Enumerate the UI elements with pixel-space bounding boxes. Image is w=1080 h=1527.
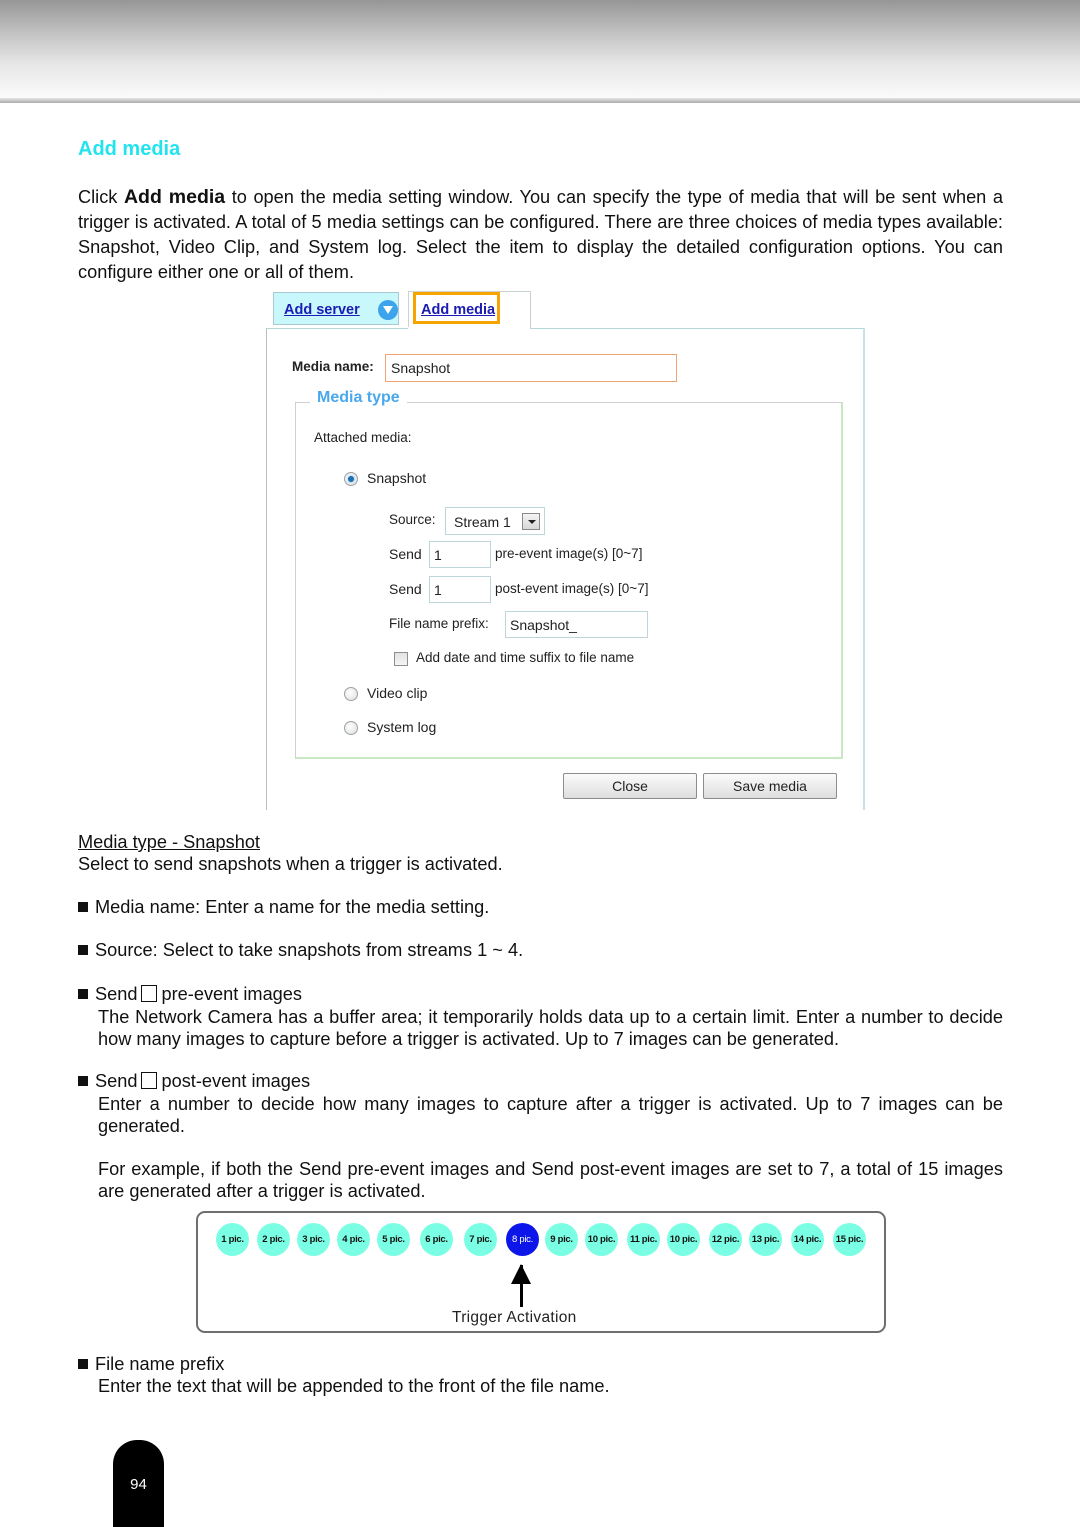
- bullet-media-name-text: Media name: Enter a name for the media s…: [95, 897, 490, 917]
- bullet-post-rest: post-event images: [161, 1071, 311, 1091]
- file-prefix-description: Enter the text that will be appended to …: [98, 1376, 610, 1396]
- timeline-pic: 3 pic.: [297, 1223, 330, 1256]
- blank-box-icon: [141, 1072, 158, 1089]
- timeline-pic: 13 pic.: [749, 1223, 782, 1256]
- post-event-input[interactable]: 1: [429, 576, 491, 603]
- bullet-file-prefix: File name prefix: [78, 1354, 224, 1375]
- bullet-pre-rest: pre-event images: [161, 984, 303, 1004]
- radio-system-log-label: System log: [367, 719, 437, 735]
- page-number-tab: 94: [113, 1440, 164, 1527]
- media-type-heading: Media type - Snapshot: [78, 832, 260, 852]
- media-type-legend: Media type: [310, 389, 407, 407]
- bullet-media-name: Media name: Enter a name for the media s…: [78, 897, 489, 918]
- trigger-timeline-diagram: 1 pic. 2 pic. 3 pic. 4 pic. 5 pic. 6 pic. 7 pi…: [196, 1211, 886, 1333]
- bullet-icon: [78, 1076, 88, 1086]
- page-header-rule: [0, 98, 1080, 103]
- send-post-label: Send: [389, 581, 422, 597]
- timeline-pic: 1 pic.: [216, 1223, 249, 1256]
- intro-emphasis: Add media: [123, 186, 226, 208]
- bullet-icon: [78, 902, 88, 912]
- pre-event-input[interactable]: 1: [429, 541, 491, 568]
- dropdown-arrow-icon[interactable]: [522, 513, 540, 530]
- bullet-icon: [78, 989, 88, 999]
- example-paragraph: For example, if both the Send pre-event …: [98, 1159, 1003, 1201]
- timeline-pic: 4 pic.: [337, 1223, 370, 1256]
- timeline-pic: 11 pic.: [627, 1223, 660, 1256]
- arrow-up-icon: [511, 1264, 531, 1284]
- page-header-band: [0, 0, 1080, 98]
- source-select-value: Stream 1: [454, 514, 511, 530]
- source-select[interactable]: Stream 1: [445, 507, 545, 535]
- bullet-pre-send: Send: [95, 984, 138, 1004]
- timeline-pic-trigger: 8 pic.: [506, 1223, 539, 1256]
- date-suffix-label: Add date and time suffix to file name: [416, 650, 635, 665]
- bullet-prefix-text: File name prefix: [95, 1354, 225, 1374]
- radio-snapshot[interactable]: [344, 472, 358, 486]
- attached-media-label: Attached media:: [314, 430, 412, 445]
- timeline-pic: 14 pic.: [791, 1223, 824, 1256]
- tab-add-server-label: Add server: [284, 302, 360, 318]
- timeline-pic: 9 pic.: [545, 1223, 578, 1256]
- save-media-button[interactable]: Save media: [703, 773, 837, 799]
- timeline-pic: 6 pic.: [420, 1223, 453, 1256]
- bullet-pre-event: Send pre-event images: [78, 984, 302, 1005]
- tab-add-media-label: Add media: [421, 302, 496, 318]
- radio-video-clip-label: Video clip: [367, 685, 428, 701]
- file-prefix-input[interactable]: Snapshot_: [505, 611, 648, 638]
- media-type-description: Select to send snapshots when a trigger …: [78, 854, 503, 874]
- chevron-down-icon: [378, 300, 398, 320]
- media-name-input[interactable]: Snapshot: [385, 354, 677, 382]
- date-suffix-checkbox[interactable]: [394, 652, 408, 666]
- timeline-pic: 7 pic.: [464, 1223, 497, 1256]
- add-media-dialog: Add server Add media Media name: Snapsho…: [266, 290, 866, 810]
- radio-video-clip[interactable]: [344, 687, 358, 701]
- source-label: Source:: [389, 512, 436, 527]
- file-prefix-label: File name prefix:: [389, 616, 489, 631]
- media-name-label: Media name:: [292, 359, 374, 374]
- post-event-description: Enter a number to decide how many images…: [98, 1094, 1003, 1136]
- close-button[interactable]: Close: [563, 773, 697, 799]
- timeline-pic: 12 pic.: [709, 1223, 742, 1256]
- trigger-activation-label: Trigger Activation: [452, 1309, 577, 1326]
- bullet-post-event: Send post-event images: [78, 1071, 310, 1092]
- post-event-range-label: post-event image(s) [0~7]: [495, 581, 649, 596]
- page-number: 94: [130, 1476, 147, 1493]
- timeline-pic: 15 pic.: [833, 1223, 866, 1256]
- timeline-pic: 2 pic.: [257, 1223, 290, 1256]
- intro-text-pre: Click: [78, 187, 124, 207]
- section-title: Add media: [78, 138, 181, 160]
- pre-event-description: The Network Camera has a buffer area; it…: [98, 1007, 1003, 1049]
- timeline-pic: 10 pic.: [667, 1223, 700, 1256]
- radio-system-log[interactable]: [344, 721, 358, 735]
- tab-add-server[interactable]: Add server: [273, 292, 399, 325]
- intro-paragraph: Click Add media to open the media settin…: [78, 185, 1003, 285]
- bullet-icon: [78, 1359, 88, 1369]
- tab-join: [408, 327, 530, 330]
- timeline-pic: 5 pic.: [377, 1223, 410, 1256]
- bullet-post-send: Send: [95, 1071, 138, 1091]
- send-pre-label: Send: [389, 546, 422, 562]
- blank-box-icon: [141, 985, 158, 1002]
- bullet-source: Source: Select to take snapshots from st…: [78, 940, 523, 961]
- pre-event-range-label: pre-event image(s) [0~7]: [495, 546, 643, 561]
- bullet-icon: [78, 945, 88, 955]
- bullet-source-text: Source: Select to take snapshots from st…: [95, 940, 524, 960]
- timeline-pic: 10 pic.: [585, 1223, 618, 1256]
- radio-snapshot-label: Snapshot: [367, 470, 427, 486]
- tab-add-media-highlight[interactable]: Add media: [413, 292, 500, 324]
